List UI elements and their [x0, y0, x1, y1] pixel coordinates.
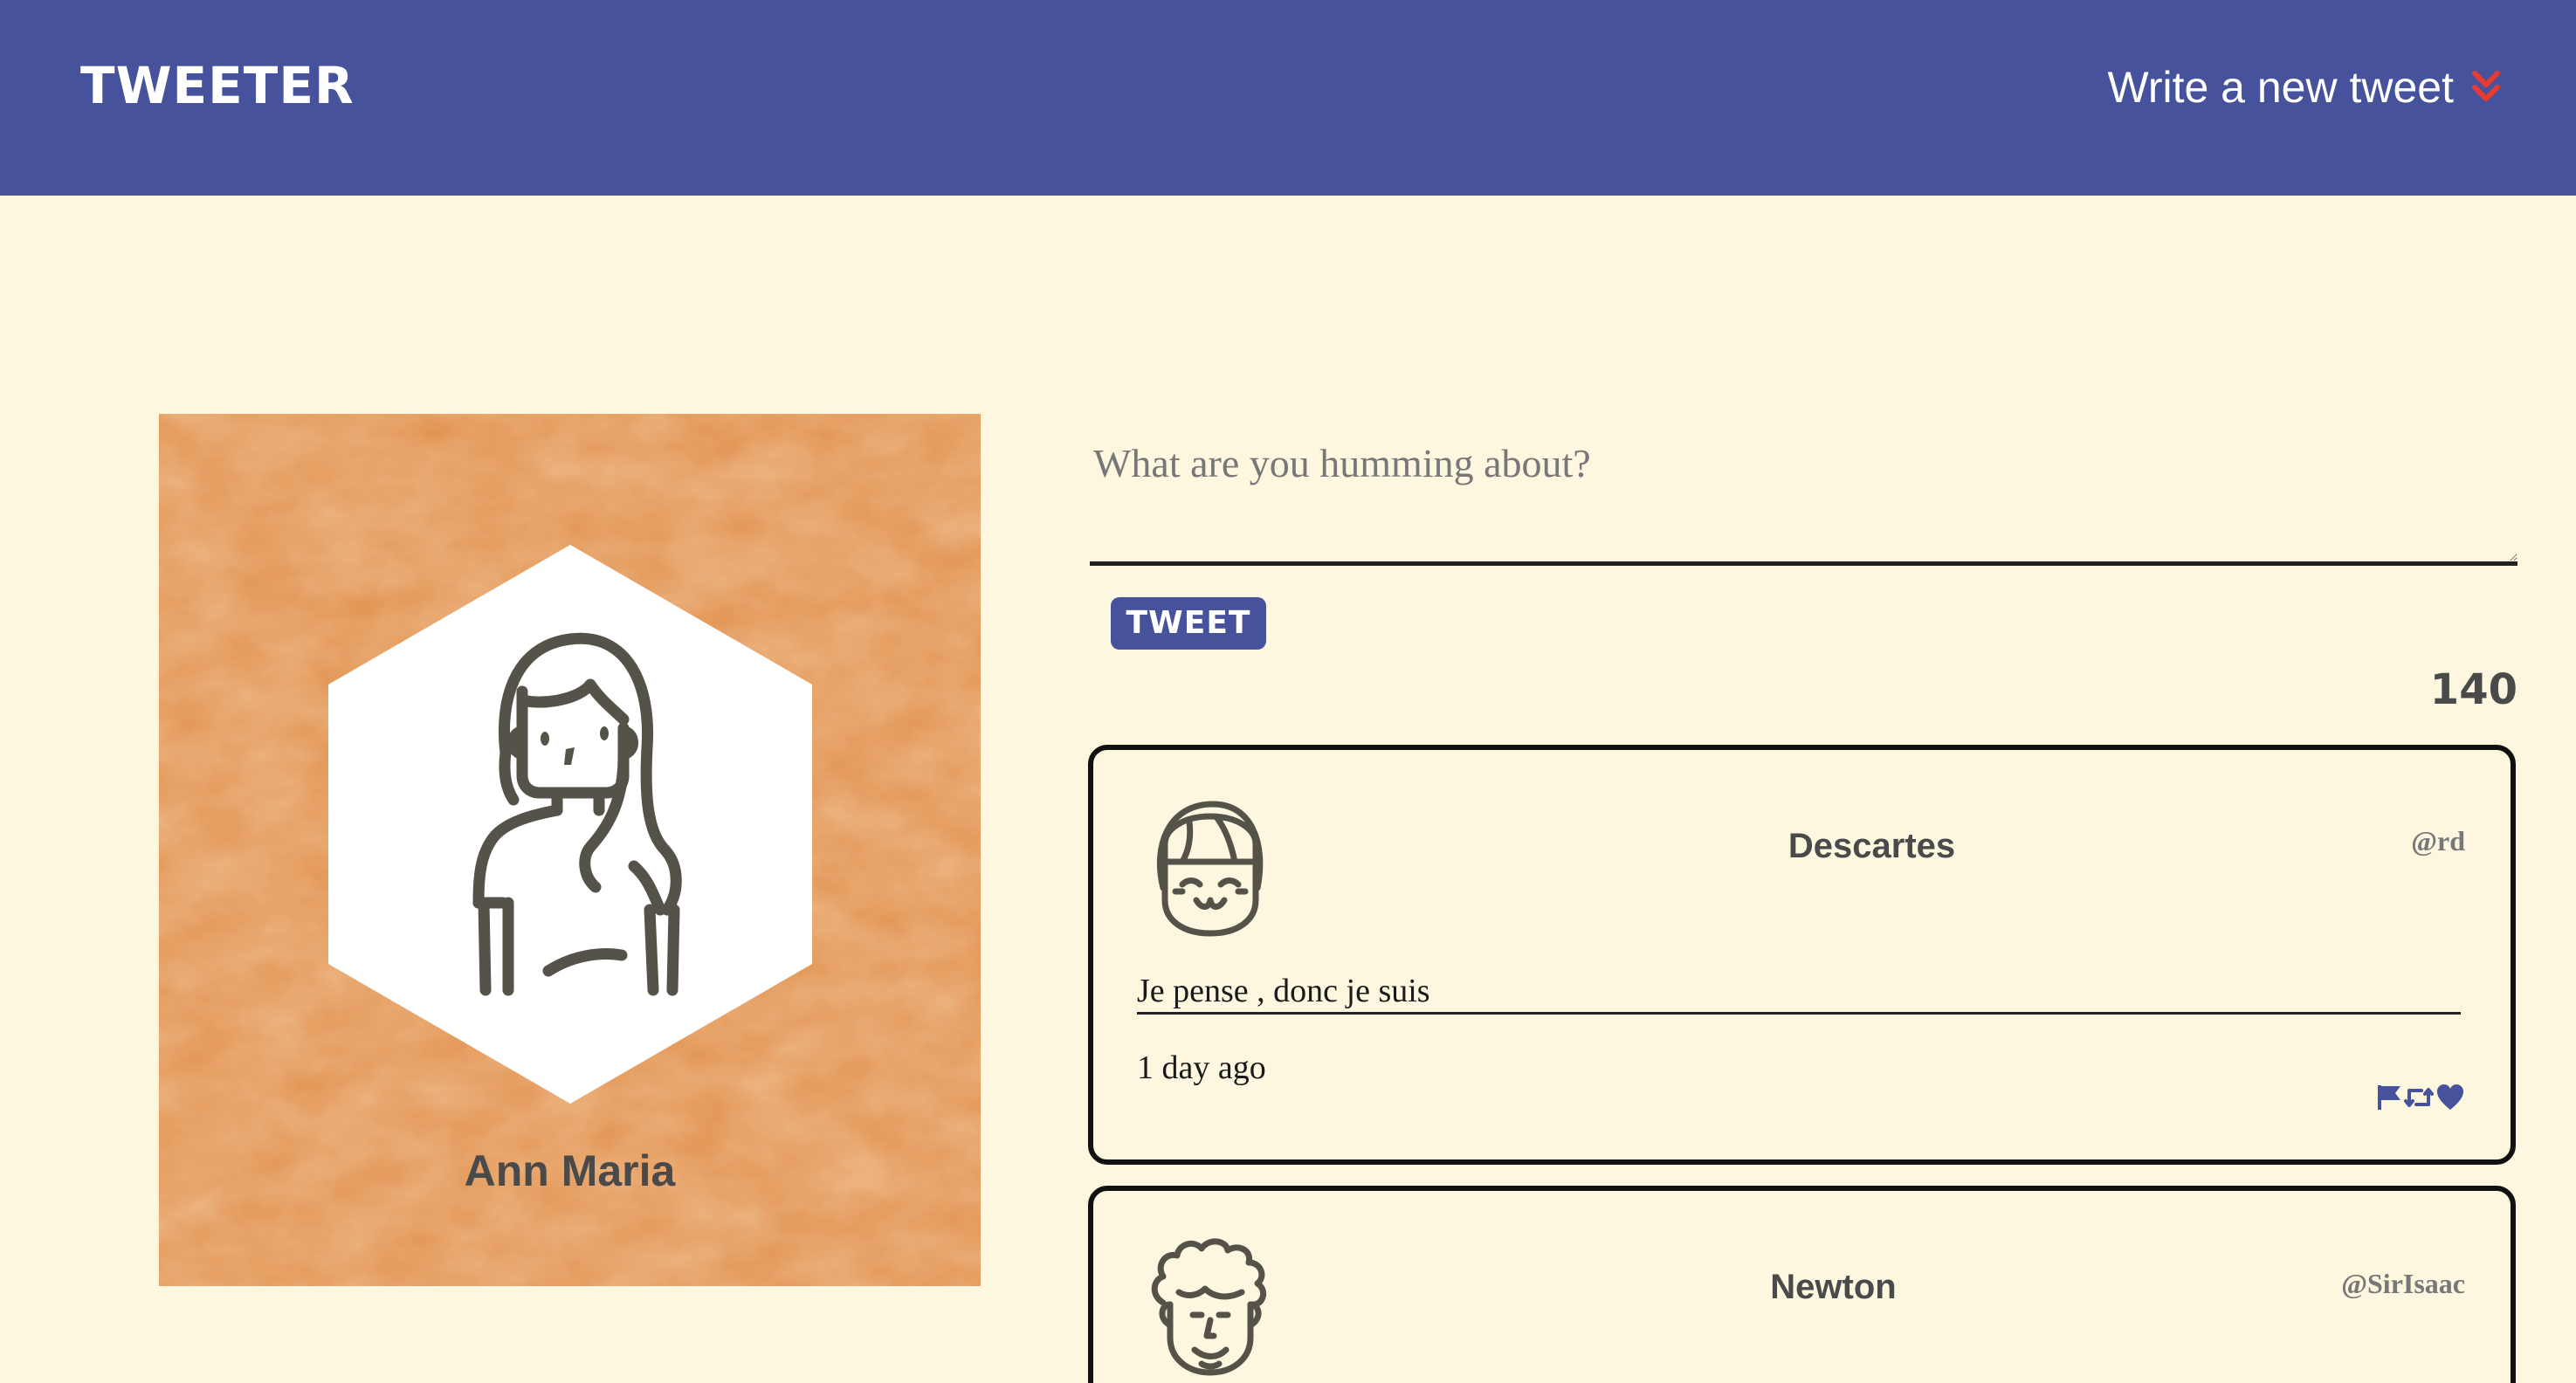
tweet-actions — [2376, 1084, 2465, 1111]
tweet-author-handle: @rd — [2411, 825, 2465, 857]
character-counter: 140 — [2429, 665, 2517, 714]
tweet-content: Je pense , donc je suis — [1137, 972, 2461, 1015]
flag-icon[interactable] — [2376, 1084, 2402, 1111]
double-chevron-down-icon — [2472, 71, 2500, 101]
tweet-submit-button[interactable]: TWEET — [1111, 597, 1266, 650]
woman-avatar-icon — [328, 545, 812, 1104]
write-new-tweet-label: Write a new tweet — [2107, 63, 2454, 112]
brand-logo[interactable]: TWEETER — [80, 54, 355, 117]
tweet-author-name: Newton — [1770, 1268, 1897, 1306]
curly-hair-man-avatar-icon — [1151, 1238, 1267, 1376]
smiling-girl-avatar-icon — [1156, 801, 1264, 937]
profile-name: Ann Maria — [464, 1146, 676, 1195]
profile-card: Ann Maria — [159, 414, 981, 1286]
tweet-timestamp: 1 day ago — [1137, 1049, 1266, 1086]
tweet-composer: TWEET 140 — [1090, 428, 2517, 714]
tweet-card: Newton @SirIsaac — [1088, 1186, 2516, 1383]
tweet-author-handle: @SirIsaac — [2341, 1268, 2465, 1299]
top-nav: TWEETER Write a new tweet — [0, 0, 2576, 196]
tweet-author-name: Descartes — [1787, 827, 1956, 865]
tweet-card: Descartes @rd Je pense , donc je suis 1 … — [1088, 745, 2516, 1165]
tweet-textarea[interactable] — [1090, 428, 2517, 566]
heart-icon[interactable] — [2435, 1084, 2465, 1111]
write-new-tweet-link[interactable]: Write a new tweet — [2108, 56, 2503, 119]
retweet-icon[interactable] — [2404, 1084, 2434, 1111]
